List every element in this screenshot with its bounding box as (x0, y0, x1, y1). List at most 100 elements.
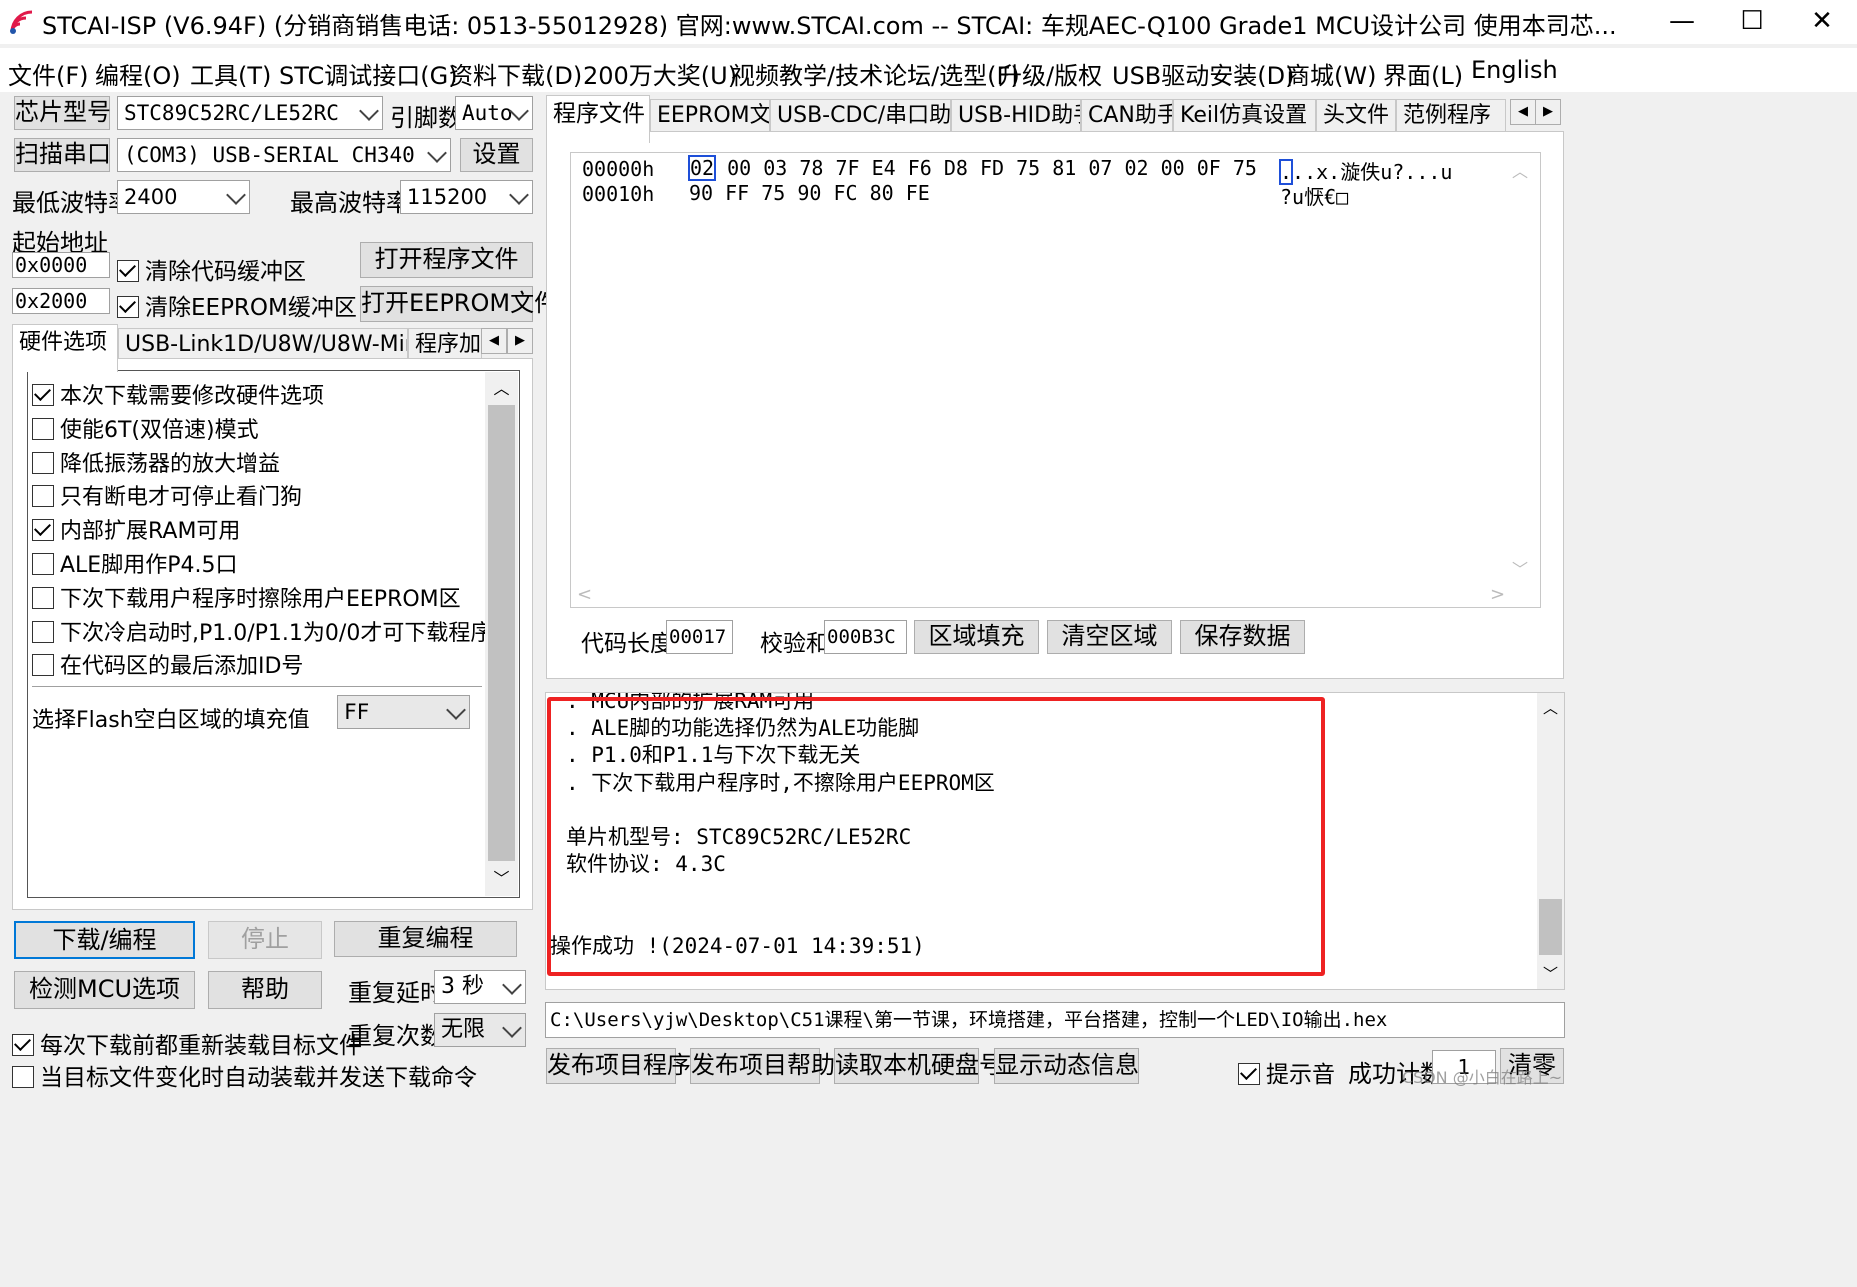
hardware-option-checkbox[interactable]: 内部扩展RAM可用 (32, 513, 240, 545)
hardware-option-label: 本次下载需要修改硬件选项 (60, 384, 325, 409)
settings-button[interactable]: 设置 (460, 138, 533, 172)
scroll-up-icon[interactable]: ︿ (1537, 693, 1564, 723)
clear-eeprom-buffer-checkbox[interactable]: 清除EEPROM缓冲区 (117, 288, 357, 322)
hardware-option-label: 降低振荡器的放大增益 (60, 451, 281, 477)
fill-value-label: 选择Flash空白区域的填充值 (32, 708, 310, 733)
scroll-thumb[interactable] (1539, 899, 1562, 955)
hex-row: 00010h (582, 182, 654, 206)
chip-model-select[interactable]: STC89C52RC/LE52RC (117, 96, 383, 130)
hex-cursor-byte[interactable]: 02 (687, 155, 717, 181)
log-scrollbar[interactable]: ︿ ﹀ (1537, 693, 1564, 989)
menu-debug-interface[interactable]: STC调试接口(G) (279, 56, 458, 91)
hardware-option-checkbox[interactable]: 下次冷启动时,P1.0/P1.1为0/0才可下载程序 (32, 615, 492, 647)
help-button[interactable]: 帮助 (208, 971, 322, 1009)
tab-examples[interactable]: 范例程序 (1396, 99, 1506, 131)
hardware-option-checkbox[interactable]: 只有断电才可停止看门狗 (32, 479, 302, 511)
read-disk-id-button[interactable]: 读取本机硬盘号 (834, 1048, 1003, 1084)
scan-port-button[interactable]: 扫描串口 (14, 138, 111, 172)
tab-usb-cdc-serial[interactable]: USB-CDC/串口助手 (770, 99, 951, 131)
menu-downloads[interactable]: 资料下载(D) (449, 56, 582, 91)
code-start-address-input[interactable]: 0x0000 (12, 252, 110, 278)
menu-video-forum[interactable]: 视频教学/技术论坛/选型(F) (731, 56, 1020, 91)
save-data-button[interactable]: 保存数据 (1180, 620, 1305, 654)
chevron-down-icon (446, 700, 466, 720)
sound-tip-label: 提示音 (1266, 1062, 1335, 1088)
reload-before-download-checkbox[interactable]: 每次下载前都重新装载目标文件 (12, 1026, 362, 1060)
fill-region-button[interactable]: 区域填充 (914, 620, 1039, 654)
show-dynamic-info-button[interactable]: 显示动态信息 (994, 1048, 1139, 1084)
checkbox-checked-icon (32, 384, 54, 406)
open-program-file-button[interactable]: 打开程序文件 (360, 242, 533, 278)
publish-help-button[interactable]: 发布项目帮助 (690, 1048, 835, 1084)
port-value: (COM3) USB-SERIAL CH340 (124, 143, 415, 167)
eeprom-start-address-input[interactable]: 0x2000 (12, 288, 110, 314)
tab-can-assistant[interactable]: CAN助手 (1081, 99, 1173, 131)
tab-scroll-left-icon[interactable]: ◀ (1510, 99, 1536, 125)
tab-scroll-right-icon[interactable]: ▶ (507, 328, 533, 354)
hardware-option-checkbox[interactable]: 下次下载用户程序时擦除用户EEPROM区 (32, 581, 461, 613)
code-length-label: 代码长度 (581, 631, 673, 657)
menu-english[interactable]: English (1471, 56, 1558, 84)
tab-header-files[interactable]: 头文件 (1316, 99, 1396, 131)
fill-value-select[interactable]: FF (337, 695, 470, 729)
menu-shop[interactable]: 商城(W) (1286, 56, 1376, 91)
port-select[interactable]: (COM3) USB-SERIAL CH340 (117, 138, 451, 172)
tab-program-file[interactable]: 程序文件 (546, 95, 650, 143)
min-baud-select[interactable]: 2400 (117, 180, 250, 214)
hardware-option-checkbox[interactable]: 在代码区的最后添加ID号 (32, 648, 303, 680)
menu-prize[interactable]: 200万大奖(U) (583, 56, 737, 91)
tab-scroll-left-icon[interactable]: ◀ (481, 328, 507, 354)
close-button[interactable]: ✕ (1787, 0, 1857, 44)
detect-mcu-button[interactable]: 检测MCU选项 (14, 971, 195, 1009)
menu-upgrade[interactable]: 升级/版权 (998, 56, 1102, 91)
sound-tip-checkbox[interactable]: 提示音 (1238, 1055, 1335, 1089)
hardware-option-checkbox[interactable]: 本次下载需要修改硬件选项 (32, 378, 324, 410)
tab-usb-hid[interactable]: USB-HID助手 (951, 99, 1081, 131)
minimize-button[interactable]: — (1647, 0, 1717, 44)
download-program-button[interactable]: 下载/编程 (14, 921, 195, 959)
menu-file[interactable]: 文件(F) (8, 56, 89, 91)
tab-eeprom-file[interactable]: EEPROM文件 (650, 99, 770, 131)
hex-scroll-left-icon[interactable]: < (577, 584, 592, 605)
tab-scroll-right-icon[interactable]: ▶ (1535, 99, 1561, 125)
hex-view[interactable] (570, 152, 1541, 608)
hex-scroll-up-icon[interactable]: ︿ (1512, 158, 1528, 182)
clear-code-buffer-checkbox[interactable]: 清除代码缓冲区 (117, 252, 306, 286)
publish-project-button[interactable]: 发布项目程序 (546, 1048, 691, 1084)
checkbox-checked-icon (12, 1034, 34, 1056)
scroll-down-icon[interactable]: ﹀ (485, 862, 518, 895)
menu-program[interactable]: 编程(O) (95, 56, 181, 91)
hardware-option-label: ALE脚用作P4.5口 (60, 553, 238, 578)
scroll-down-icon[interactable]: ﹀ (1537, 959, 1564, 989)
open-eeprom-file-button[interactable]: 打开EEPROM文件 (360, 286, 558, 322)
tab-hardware-options[interactable]: 硬件选项 (12, 324, 118, 372)
chevron-down-icon (502, 1018, 522, 1038)
maximize-button[interactable]: ☐ (1717, 0, 1787, 44)
menu-interface[interactable]: 界面(L) (1383, 56, 1463, 91)
repeat-delay-select[interactable]: 3 秒 (434, 970, 526, 1004)
options-scrollbar[interactable]: ︿ ﹀ (485, 372, 518, 896)
tab-usb-link-offline[interactable]: USB-Link1D/U8W/U8W-Mini脱机 (118, 328, 408, 360)
tab-program-encrypt[interactable]: 程序加 (408, 328, 482, 360)
hardware-option-checkbox[interactable]: ALE脚用作P4.5口 (32, 547, 237, 579)
tab-keil-settings[interactable]: Keil仿真设置 (1173, 99, 1316, 131)
min-baud-value: 2400 (124, 185, 178, 209)
menu-usb-driver[interactable]: USB驱动安装(D) (1112, 56, 1294, 91)
scroll-thumb[interactable] (488, 405, 515, 861)
hardware-option-checkbox[interactable]: 使能6T(双倍速)模式 (32, 412, 259, 444)
hardware-option-checkbox[interactable]: 降低振荡器的放大增益 (32, 446, 280, 478)
auto-load-send-checkbox[interactable]: 当目标文件变化时自动装载并发送下载命令 (12, 1058, 477, 1092)
menu-tools[interactable]: 工具(T) (190, 56, 271, 91)
stop-button[interactable]: 停止 (208, 921, 322, 959)
repeat-program-button[interactable]: 重复编程 (334, 921, 517, 957)
hex-bytes: 02 00 03 78 7F E4 F6 D8 FD 75 81 07 02 0… (687, 155, 1257, 181)
scroll-up-icon[interactable]: ︿ (485, 372, 518, 405)
repeat-count-select[interactable]: 无限 (434, 1013, 526, 1047)
clear-region-button[interactable]: 清空区域 (1047, 620, 1172, 654)
hex-scroll-down-icon[interactable]: ﹀ (1512, 556, 1528, 580)
max-baud-select[interactable]: 115200 (400, 180, 533, 214)
file-path-field[interactable]: C:\Users\yjw\Desktop\C51课程\第一节课，环境搭建，平台搭… (545, 1002, 1565, 1038)
hex-scroll-right-icon[interactable]: > (1490, 584, 1505, 605)
pins-select[interactable]: Auto (455, 96, 533, 130)
chip-model-button[interactable]: 芯片型号 (14, 96, 111, 130)
